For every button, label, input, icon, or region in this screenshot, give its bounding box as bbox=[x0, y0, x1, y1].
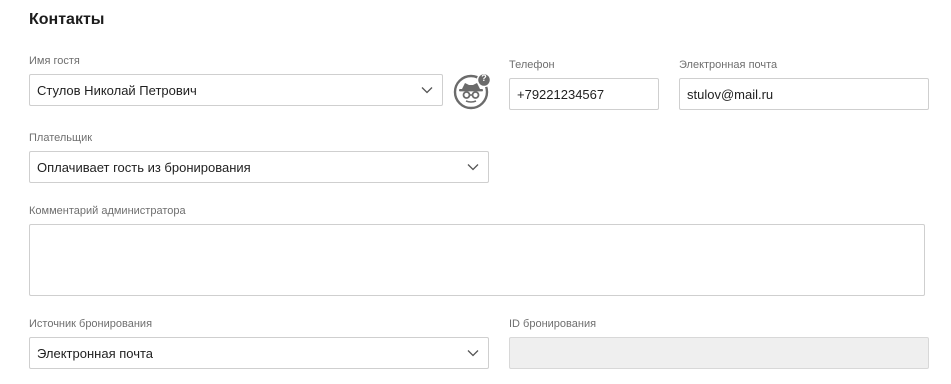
booking-id-input bbox=[509, 337, 929, 369]
payer-select[interactable]: Оплачивает гость из бронирования bbox=[29, 151, 489, 183]
guest-name-value: Стулов Николай Петрович bbox=[37, 82, 197, 98]
email-label: Электронная почта bbox=[679, 59, 778, 71]
chevron-down-icon bbox=[467, 164, 479, 171]
email-input[interactable]: stulov@mail.ru bbox=[679, 78, 929, 110]
comment-label: Комментарий администратора bbox=[29, 205, 186, 217]
chevron-down-icon bbox=[421, 87, 433, 94]
chevron-down-icon bbox=[467, 350, 479, 357]
comment-textarea[interactable] bbox=[29, 224, 925, 296]
payer-label: Плательщик bbox=[29, 132, 93, 144]
booking-id-label: ID бронирования bbox=[509, 318, 597, 330]
profile-badge: ? bbox=[481, 73, 487, 83]
comment-value bbox=[30, 225, 924, 237]
source-value: Электронная почта bbox=[37, 345, 154, 361]
email-value: stulov@mail.ru bbox=[687, 86, 774, 102]
payer-value: Оплачивает гость из бронирования bbox=[37, 159, 251, 175]
source-label: Источник бронирования bbox=[29, 318, 153, 330]
phone-value: +79221234567 bbox=[517, 86, 605, 102]
phone-label: Телефон bbox=[509, 59, 555, 71]
guest-name-select[interactable]: Стулов Николай Петрович bbox=[29, 74, 443, 106]
guest-name-label: Имя гостя bbox=[29, 55, 80, 67]
phone-input[interactable]: +79221234567 bbox=[509, 78, 659, 110]
source-select[interactable]: Электронная почта bbox=[29, 337, 489, 369]
section-title: Контакты bbox=[29, 11, 105, 28]
guest-profile-button[interactable]: ? bbox=[452, 72, 492, 112]
